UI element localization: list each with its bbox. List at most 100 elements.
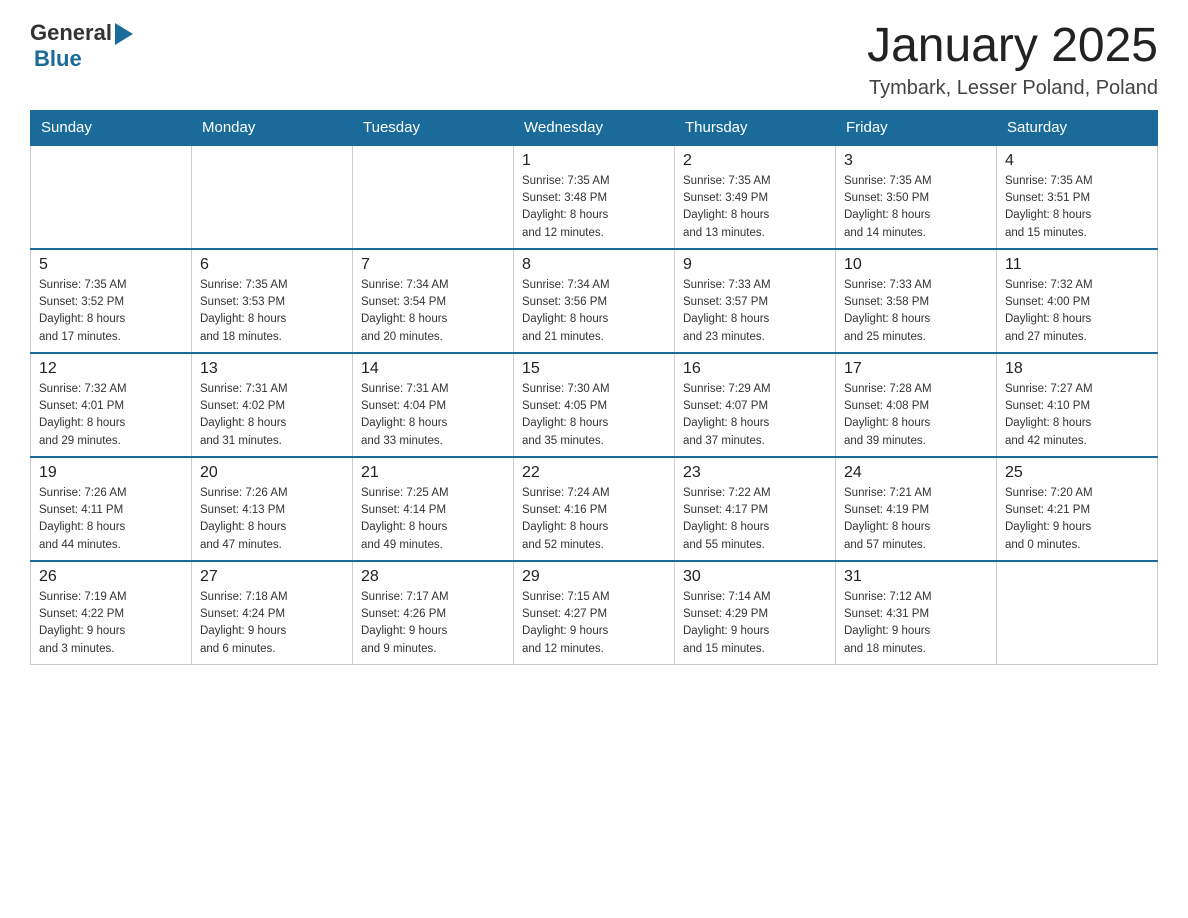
- day-number: 22: [522, 464, 666, 482]
- calendar-cell: 1Sunrise: 7:35 AM Sunset: 3:48 PM Daylig…: [514, 145, 675, 249]
- day-info: Sunrise: 7:21 AM Sunset: 4:19 PM Dayligh…: [844, 485, 988, 554]
- logo-blue-text: Blue: [34, 46, 82, 71]
- day-number: 18: [1005, 360, 1149, 378]
- title-area: January 2025 Tymbark, Lesser Poland, Pol…: [867, 20, 1158, 100]
- day-info: Sunrise: 7:25 AM Sunset: 4:14 PM Dayligh…: [361, 485, 505, 554]
- day-number: 19: [39, 464, 183, 482]
- calendar-week-row: 5Sunrise: 7:35 AM Sunset: 3:52 PM Daylig…: [31, 249, 1158, 353]
- calendar-cell: 11 Sunrise: 7:32 AM Sunset: 4:00 PM Dayli…: [997, 249, 1158, 353]
- day-info: Sunrise: 7:31 AM Sunset: 4:04 PM Dayligh…: [361, 381, 505, 450]
- day-info: Sunrise: 7:33 AM Sunset: 3:57 PM Dayligh…: [683, 277, 827, 346]
- day-info: Sunrise: 7:22 AM Sunset: 4:17 PM Dayligh…: [683, 485, 827, 554]
- day-info: Sunrise: 7:34 AM Sunset: 3:56 PM Dayligh…: [522, 277, 666, 346]
- day-info: Sunrise: 7:30 AM Sunset: 4:05 PM Dayligh…: [522, 381, 666, 450]
- calendar-header-wednesday: Wednesday: [514, 110, 675, 145]
- calendar-cell: 19 Sunrise: 7:26 AM Sunset: 4:11 PM Dayli…: [31, 457, 192, 561]
- day-number: 20: [200, 464, 344, 482]
- day-number: 3: [844, 152, 988, 170]
- calendar-cell: 25Sunrise: 7:20 AM Sunset: 4:21 PM Dayli…: [997, 457, 1158, 561]
- calendar-week-row: 19 Sunrise: 7:26 AM Sunset: 4:11 PM Dayli…: [31, 457, 1158, 561]
- calendar-cell: 7 Sunrise: 7:34 AM Sunset: 3:54 PM Daylig…: [353, 249, 514, 353]
- calendar-cell: [31, 145, 192, 249]
- day-number: 25: [1005, 464, 1149, 482]
- day-info: Sunrise: 7:32 AM Sunset: 4:00 PM Dayligh…: [1005, 277, 1149, 346]
- day-number: 16: [683, 360, 827, 378]
- calendar-cell: 20Sunrise: 7:26 AM Sunset: 4:13 PM Dayli…: [192, 457, 353, 561]
- calendar-cell: 18Sunrise: 7:27 AM Sunset: 4:10 PM Dayli…: [997, 353, 1158, 457]
- calendar-week-row: 1Sunrise: 7:35 AM Sunset: 3:48 PM Daylig…: [31, 145, 1158, 249]
- calendar-cell: 28 Sunrise: 7:17 AM Sunset: 4:26 PM Dayli…: [353, 561, 514, 665]
- calendar-cell: 26 Sunrise: 7:19 AM Sunset: 4:22 PM Dayli…: [31, 561, 192, 665]
- calendar-title: January 2025: [867, 20, 1158, 73]
- day-info: Sunrise: 7:24 AM Sunset: 4:16 PM Dayligh…: [522, 485, 666, 554]
- day-number: 29: [522, 568, 666, 586]
- day-number: 4: [1005, 152, 1149, 170]
- day-number: 10: [844, 256, 988, 274]
- calendar-header-sunday: Sunday: [31, 110, 192, 145]
- day-number: 6: [200, 256, 344, 274]
- calendar-cell: 17 Sunrise: 7:28 AM Sunset: 4:08 PM Dayli…: [836, 353, 997, 457]
- day-number: 17: [844, 360, 988, 378]
- day-number: 23: [683, 464, 827, 482]
- day-number: 9: [683, 256, 827, 274]
- day-info: Sunrise: 7:35 AM Sunset: 3:49 PM Dayligh…: [683, 173, 827, 242]
- calendar-subtitle: Tymbark, Lesser Poland, Poland: [867, 77, 1158, 100]
- logo-general-text: General: [30, 20, 112, 46]
- day-number: 26: [39, 568, 183, 586]
- calendar-week-row: 12Sunrise: 7:32 AM Sunset: 4:01 PM Dayli…: [31, 353, 1158, 457]
- day-info: Sunrise: 7:28 AM Sunset: 4:08 PM Dayligh…: [844, 381, 988, 450]
- logo-arrow-icon: [115, 23, 133, 45]
- day-info: Sunrise: 7:19 AM Sunset: 4:22 PM Dayligh…: [39, 589, 183, 658]
- calendar-header-saturday: Saturday: [997, 110, 1158, 145]
- day-info: Sunrise: 7:35 AM Sunset: 3:51 PM Dayligh…: [1005, 173, 1149, 242]
- day-info: Sunrise: 7:26 AM Sunset: 4:11 PM Dayligh…: [39, 485, 183, 554]
- day-number: 2: [683, 152, 827, 170]
- day-info: Sunrise: 7:17 AM Sunset: 4:26 PM Dayligh…: [361, 589, 505, 658]
- calendar-header-thursday: Thursday: [675, 110, 836, 145]
- calendar-cell: 4 Sunrise: 7:35 AM Sunset: 3:51 PM Daylig…: [997, 145, 1158, 249]
- calendar-cell: [997, 561, 1158, 665]
- calendar-table: SundayMondayTuesdayWednesdayThursdayFrid…: [30, 110, 1158, 665]
- logo: General Blue: [30, 20, 133, 72]
- day-info: Sunrise: 7:35 AM Sunset: 3:50 PM Dayligh…: [844, 173, 988, 242]
- day-number: 21: [361, 464, 505, 482]
- day-number: 7: [361, 256, 505, 274]
- calendar-cell: 3 Sunrise: 7:35 AM Sunset: 3:50 PM Daylig…: [836, 145, 997, 249]
- calendar-cell: 15Sunrise: 7:30 AM Sunset: 4:05 PM Dayli…: [514, 353, 675, 457]
- calendar-week-row: 26 Sunrise: 7:19 AM Sunset: 4:22 PM Dayli…: [31, 561, 1158, 665]
- day-info: Sunrise: 7:18 AM Sunset: 4:24 PM Dayligh…: [200, 589, 344, 658]
- day-number: 28: [361, 568, 505, 586]
- day-number: 11: [1005, 256, 1149, 274]
- day-info: Sunrise: 7:34 AM Sunset: 3:54 PM Dayligh…: [361, 277, 505, 346]
- calendar-cell: 6 Sunrise: 7:35 AM Sunset: 3:53 PM Daylig…: [192, 249, 353, 353]
- calendar-cell: 12Sunrise: 7:32 AM Sunset: 4:01 PM Dayli…: [31, 353, 192, 457]
- day-info: Sunrise: 7:12 AM Sunset: 4:31 PM Dayligh…: [844, 589, 988, 658]
- day-info: Sunrise: 7:35 AM Sunset: 3:53 PM Dayligh…: [200, 277, 344, 346]
- calendar-cell: 2 Sunrise: 7:35 AM Sunset: 3:49 PM Daylig…: [675, 145, 836, 249]
- day-info: Sunrise: 7:14 AM Sunset: 4:29 PM Dayligh…: [683, 589, 827, 658]
- day-number: 30: [683, 568, 827, 586]
- day-number: 27: [200, 568, 344, 586]
- day-number: 13: [200, 360, 344, 378]
- page-header: General Blue January 2025 Tymbark, Lesse…: [30, 20, 1158, 100]
- day-number: 8: [522, 256, 666, 274]
- calendar-cell: 31Sunrise: 7:12 AM Sunset: 4:31 PM Dayli…: [836, 561, 997, 665]
- day-number: 14: [361, 360, 505, 378]
- day-info: Sunrise: 7:35 AM Sunset: 3:52 PM Dayligh…: [39, 277, 183, 346]
- calendar-cell: 9 Sunrise: 7:33 AM Sunset: 3:57 PM Daylig…: [675, 249, 836, 353]
- calendar-cell: 13Sunrise: 7:31 AM Sunset: 4:02 PM Dayli…: [192, 353, 353, 457]
- day-number: 24: [844, 464, 988, 482]
- calendar-cell: 16Sunrise: 7:29 AM Sunset: 4:07 PM Dayli…: [675, 353, 836, 457]
- calendar-cell: [192, 145, 353, 249]
- day-number: 12: [39, 360, 183, 378]
- calendar-header-monday: Monday: [192, 110, 353, 145]
- day-number: 1: [522, 152, 666, 170]
- calendar-header-friday: Friday: [836, 110, 997, 145]
- day-info: Sunrise: 7:33 AM Sunset: 3:58 PM Dayligh…: [844, 277, 988, 346]
- calendar-cell: 8 Sunrise: 7:34 AM Sunset: 3:56 PM Daylig…: [514, 249, 675, 353]
- calendar-cell: 5Sunrise: 7:35 AM Sunset: 3:52 PM Daylig…: [31, 249, 192, 353]
- calendar-cell: 14 Sunrise: 7:31 AM Sunset: 4:04 PM Dayli…: [353, 353, 514, 457]
- calendar-cell: [353, 145, 514, 249]
- calendar-cell: 21 Sunrise: 7:25 AM Sunset: 4:14 PM Dayli…: [353, 457, 514, 561]
- calendar-header-tuesday: Tuesday: [353, 110, 514, 145]
